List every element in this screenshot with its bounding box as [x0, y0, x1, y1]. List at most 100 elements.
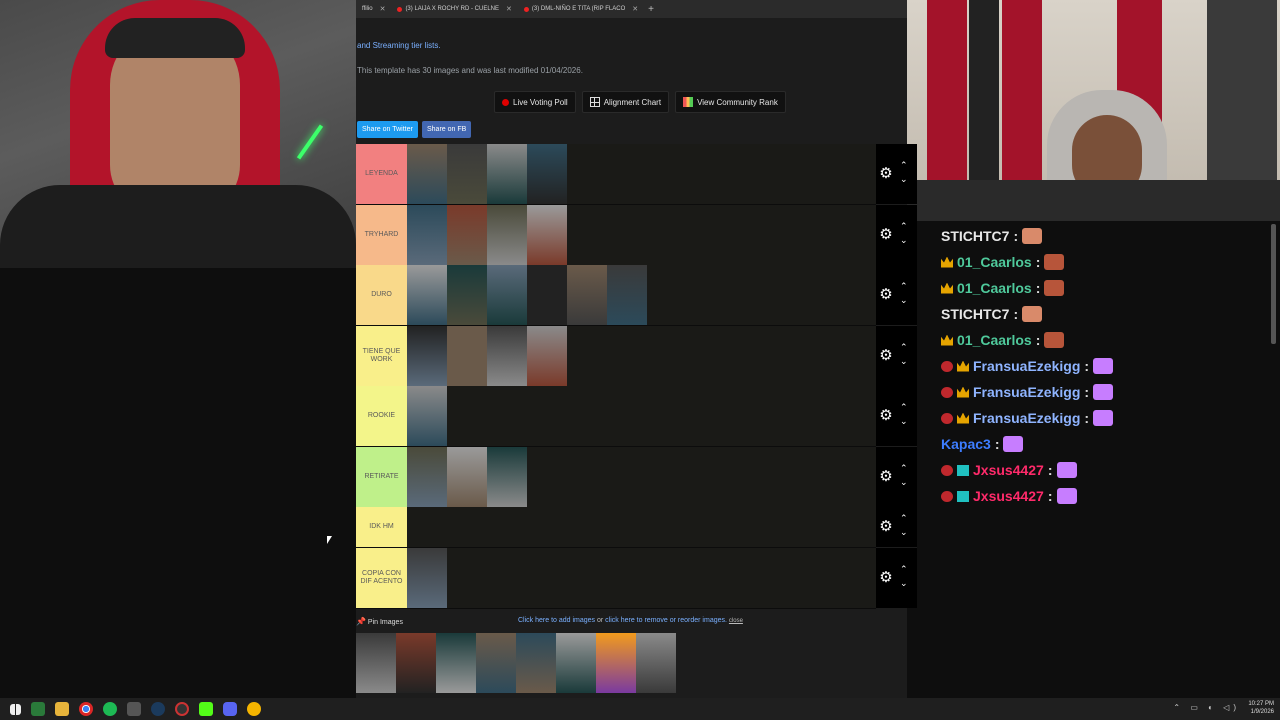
chat-username[interactable]: 01_Caarlos: [957, 280, 1032, 296]
move-up-icon[interactable]: ⌃: [900, 282, 908, 291]
browser-tab[interactable]: ffilio ✕: [356, 0, 391, 18]
pool-image-card[interactable]: [476, 633, 516, 693]
chat-username[interactable]: 01_Caarlos: [957, 254, 1032, 270]
move-up-icon[interactable]: ⌃: [900, 161, 908, 170]
tier-image-card[interactable]: [447, 447, 487, 507]
chat-username[interactable]: FransuaEzekigg: [973, 384, 1080, 400]
pool-image-card[interactable]: [436, 633, 476, 693]
tier-label[interactable]: ROOKIE: [356, 386, 407, 446]
windows-start-icon[interactable]: [10, 703, 21, 715]
pool-image-card[interactable]: [556, 633, 596, 693]
chat-username[interactable]: Kapac3: [941, 436, 991, 452]
tier-label[interactable]: TRYHARD: [356, 205, 407, 265]
move-down-icon[interactable]: ⌄: [900, 579, 908, 588]
close-icon[interactable]: ✕: [506, 5, 512, 13]
remove-images-link[interactable]: click here to remove or reorder images.: [605, 617, 727, 624]
spotify-icon[interactable]: [103, 702, 117, 716]
tier-image-card[interactable]: [447, 205, 487, 265]
share-twitter-button[interactable]: Share on Twitter: [357, 121, 418, 138]
move-down-icon[interactable]: ⌄: [900, 296, 908, 305]
tier-image-card[interactable]: [447, 265, 487, 325]
tier-image-card[interactable]: [527, 265, 567, 325]
browser-tab[interactable]: (3) LAIJA X ROCHY RD - CUELNE ✕: [391, 0, 517, 18]
chat-username[interactable]: FransuaEzekigg: [973, 358, 1080, 374]
gear-icon[interactable]: ⚙: [878, 519, 894, 535]
move-up-icon[interactable]: ⌃: [900, 343, 908, 352]
close-icon[interactable]: ✕: [380, 5, 386, 13]
tier-image-card[interactable]: [527, 205, 567, 265]
tier-image-card[interactable]: [487, 265, 527, 325]
add-images-link[interactable]: Click here to add images: [518, 617, 595, 624]
tier-image-card[interactable]: [607, 265, 647, 325]
gear-icon[interactable]: ⚙: [878, 348, 894, 364]
tier-label[interactable]: LEYENDA: [356, 144, 407, 204]
close-link[interactable]: close: [729, 618, 743, 624]
tier-image-card[interactable]: [407, 386, 447, 446]
discord-icon[interactable]: [223, 702, 237, 716]
steam-icon[interactable]: [151, 702, 165, 716]
pool-image-card[interactable]: [516, 633, 556, 693]
live-voting-poll-button[interactable]: Live Voting Poll: [494, 91, 576, 113]
chat-username[interactable]: Jxsus4427: [973, 488, 1044, 504]
move-up-icon[interactable]: ⌃: [900, 565, 908, 574]
move-down-icon[interactable]: ⌄: [900, 357, 908, 366]
pool-image-card[interactable]: [596, 633, 636, 693]
pen-icon[interactable]: [127, 702, 141, 716]
tier-image-card[interactable]: [487, 447, 527, 507]
browser-tab[interactable]: (3) DML-NIÑO E TITA (RIP FLACO ✕: [518, 0, 644, 18]
close-icon[interactable]: ✕: [632, 5, 638, 13]
system-tray[interactable]: ⌃ ▭ ◐ ◁): [1173, 703, 1240, 712]
pool-image-card[interactable]: [396, 633, 436, 693]
tier-image-card[interactable]: [487, 205, 527, 265]
chat-username[interactable]: 01_Caarlos: [957, 332, 1032, 348]
gear-icon[interactable]: ⚙: [878, 287, 894, 303]
chat-username[interactable]: Jxsus4427: [973, 462, 1044, 478]
chat-scrollbar[interactable]: [1271, 224, 1276, 344]
move-down-icon[interactable]: ⌄: [900, 528, 908, 537]
chat-username[interactable]: FransuaEzekigg: [973, 410, 1080, 426]
gear-icon[interactable]: ⚙: [878, 408, 894, 424]
tier-image-card[interactable]: [407, 447, 447, 507]
pool-image-card[interactable]: [636, 633, 676, 693]
tier-label[interactable]: RETIRATE: [356, 447, 407, 507]
move-up-icon[interactable]: ⌃: [900, 403, 908, 412]
tier-label[interactable]: DURO: [356, 265, 407, 325]
tier-image-card[interactable]: [567, 265, 607, 325]
tier-image-card[interactable]: [407, 548, 447, 608]
move-down-icon[interactable]: ⌄: [900, 175, 908, 184]
move-down-icon[interactable]: ⌄: [900, 417, 908, 426]
pool-image-card[interactable]: [356, 633, 396, 693]
kick-icon[interactable]: [199, 702, 213, 716]
alignment-chart-button[interactable]: Alignment Chart: [581, 91, 670, 113]
tier-label[interactable]: COPIA CON DIF ACENTO: [356, 548, 407, 608]
share-fb-button[interactable]: Share on FB: [422, 121, 472, 138]
gear-icon[interactable]: ⚙: [878, 227, 894, 243]
chat-username[interactable]: STICHTC7: [941, 306, 1009, 322]
intro-text[interactable]: and Streaming tier lists.: [357, 41, 441, 50]
gear-icon[interactable]: ⚙: [878, 570, 894, 586]
chrome-canary-icon[interactable]: [247, 702, 261, 716]
chrome-icon[interactable]: [79, 702, 93, 716]
move-up-icon[interactable]: ⌃: [900, 222, 908, 231]
tier-image-card[interactable]: [527, 326, 567, 386]
tier-image-card[interactable]: [487, 144, 527, 204]
view-community-rank-button[interactable]: View Community Rank: [675, 91, 786, 113]
gear-icon[interactable]: ⚙: [878, 166, 894, 182]
tier-image-card[interactable]: [407, 326, 447, 386]
pin-images-label[interactable]: Pin Images: [368, 619, 403, 626]
move-down-icon[interactable]: ⌄: [900, 478, 908, 487]
chat-username[interactable]: STICHTC7: [941, 228, 1009, 244]
tier-label[interactable]: TIENE QUE WORK: [356, 326, 407, 386]
clock[interactable]: 10:27 PM 1/9/2026: [1248, 700, 1274, 716]
tier-image-card[interactable]: [447, 144, 487, 204]
terminal-icon[interactable]: [31, 702, 45, 716]
move-up-icon[interactable]: ⌃: [900, 514, 908, 523]
tier-image-card[interactable]: [407, 144, 447, 204]
folder-icon[interactable]: [55, 702, 69, 716]
tier-image-card[interactable]: [487, 326, 527, 386]
move-down-icon[interactable]: ⌄: [900, 236, 908, 245]
tier-image-card[interactable]: [527, 144, 567, 204]
tier-image-card[interactable]: [447, 326, 487, 386]
obs-icon[interactable]: [175, 702, 189, 716]
new-tab-button[interactable]: +: [648, 4, 654, 15]
